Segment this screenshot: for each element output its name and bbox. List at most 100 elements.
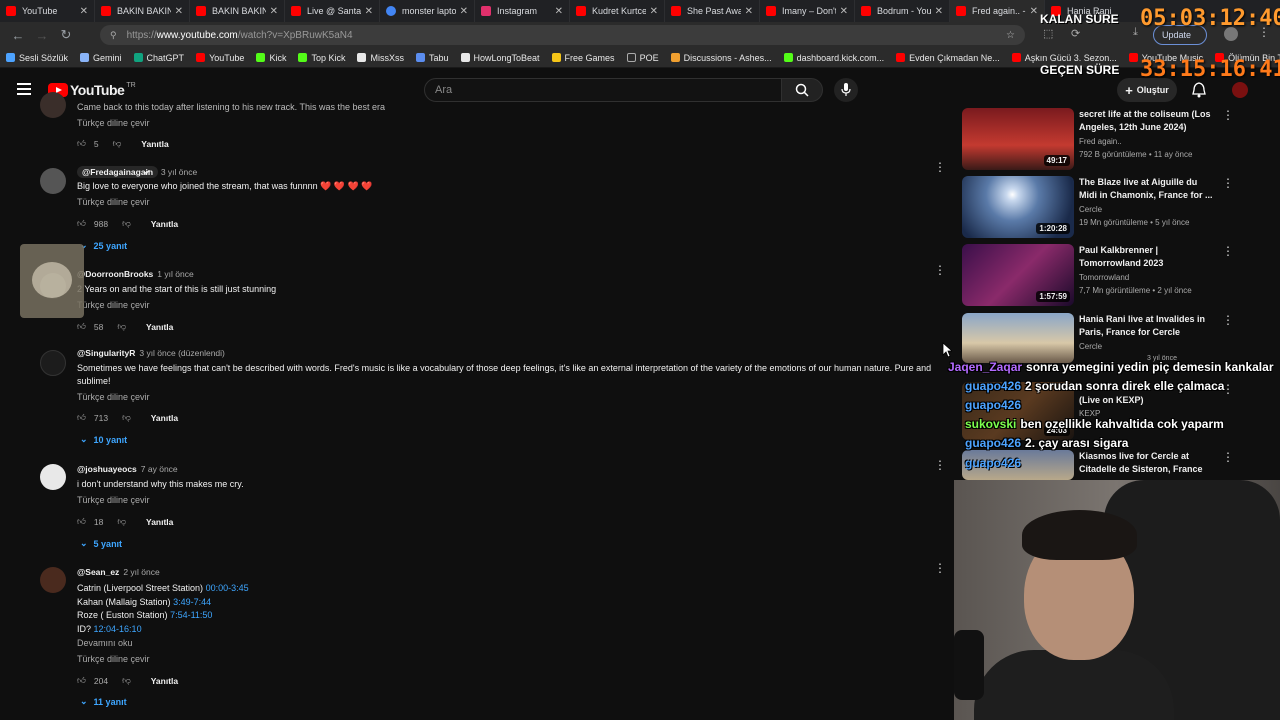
comment-author[interactable]: @Sean_ez bbox=[77, 567, 119, 577]
video-menu-icon[interactable]: ⋮ bbox=[1222, 313, 1234, 327]
view-replies-button[interactable]: ⌄ 10 yanıt bbox=[80, 434, 127, 445]
browser-tab[interactable]: She Past Away✕ bbox=[665, 0, 760, 22]
translate-link[interactable]: Türkçe diline çevir bbox=[77, 197, 150, 207]
channel-name[interactable]: Cercle bbox=[1079, 342, 1102, 351]
comment-author[interactable]: @joshuayeocs bbox=[77, 464, 137, 474]
close-tab-icon[interactable]: ✕ bbox=[745, 6, 753, 17]
comment-time[interactable]: 3 yıl önce (düzenlendi) bbox=[139, 348, 225, 358]
recommended-video[interactable]: 1:20:28 The Blaze live at Aiguille du Mi… bbox=[962, 176, 1272, 238]
bookmark-item[interactable]: YouTube bbox=[196, 53, 244, 63]
reply-button[interactable]: Yanıtla bbox=[151, 413, 178, 423]
close-tab-icon[interactable]: ✕ bbox=[650, 6, 658, 17]
comment-menu-icon[interactable]: ⋮ bbox=[934, 561, 946, 575]
browser-tab[interactable]: Imany – Don't ✕ bbox=[760, 0, 855, 22]
like-icon[interactable]: 👍︎ bbox=[77, 138, 86, 149]
reply-button[interactable]: Yanıtla bbox=[141, 139, 168, 149]
reload-icon[interactable]: ↻ bbox=[54, 27, 78, 43]
browser-tab[interactable]: Kudret Kurtcel ✕ bbox=[570, 0, 665, 22]
view-replies-button[interactable]: ⌄ 11 yanıt bbox=[80, 696, 127, 707]
comment-time[interactable]: 3 yıl önce bbox=[161, 167, 197, 177]
avatar[interactable] bbox=[40, 168, 66, 194]
avatar[interactable] bbox=[40, 567, 66, 593]
like-icon[interactable]: 👍︎ bbox=[77, 516, 86, 527]
comment-menu-icon[interactable]: ⋮ bbox=[934, 458, 946, 472]
avatar[interactable] bbox=[40, 92, 66, 118]
browser-tab[interactable]: Bodrum - YouT✕ bbox=[855, 0, 950, 22]
video-thumbnail[interactable]: 1:57:59 bbox=[962, 244, 1074, 306]
read-more-link[interactable]: Devamını oku bbox=[77, 638, 133, 648]
search-button[interactable] bbox=[781, 78, 823, 102]
video-menu-icon[interactable]: ⋮ bbox=[1222, 244, 1234, 258]
timestamp-link[interactable]: 7:54-11:50 bbox=[170, 610, 212, 620]
dislike-icon[interactable]: 👎︎ bbox=[122, 412, 131, 423]
video-thumbnail[interactable]: 1:20:28 bbox=[962, 176, 1074, 238]
channel-name[interactable]: Cercle bbox=[1079, 205, 1102, 214]
comment-author[interactable]: @DoorroonBrooks bbox=[77, 269, 153, 279]
avatar[interactable] bbox=[40, 464, 66, 490]
browser-tab[interactable]: BAKIN BAKIN N✕ bbox=[190, 0, 285, 22]
timestamp-link[interactable]: 00:00-3:45 bbox=[206, 583, 249, 593]
bookmark-item[interactable]: Tabu bbox=[415, 53, 449, 63]
close-tab-icon[interactable]: ✕ bbox=[935, 6, 943, 17]
translate-link[interactable]: Türkçe diline çevir bbox=[77, 495, 150, 505]
view-replies-button[interactable]: ⌄ 5 yanıt bbox=[80, 538, 122, 549]
browser-tab[interactable]: monster laptop ✕ bbox=[380, 0, 475, 22]
translate-link[interactable]: Türkçe diline çevir bbox=[77, 392, 150, 402]
like-icon[interactable]: 👍︎ bbox=[77, 218, 86, 229]
browser-tab[interactable]: Live @ Santa C✕ bbox=[285, 0, 380, 22]
video-title[interactable]: The Blaze live at Aiguille du Midi in Ch… bbox=[1079, 176, 1214, 202]
bookmark-item[interactable]: Free Games bbox=[551, 53, 615, 63]
video-menu-icon[interactable]: ⋮ bbox=[1222, 108, 1234, 122]
close-tab-icon[interactable]: ✕ bbox=[365, 6, 373, 17]
like-icon[interactable]: 👍︎ bbox=[77, 321, 86, 332]
dislike-icon[interactable]: 👎︎ bbox=[122, 675, 131, 686]
dislike-icon[interactable]: 👎︎ bbox=[117, 321, 126, 332]
bookmark-item[interactable]: Sesli Sözlük bbox=[6, 53, 68, 63]
dislike-icon[interactable]: 👎︎ bbox=[113, 138, 122, 149]
close-tab-icon[interactable]: ✕ bbox=[840, 6, 848, 17]
translate-link[interactable]: Türkçe diline çevir bbox=[77, 118, 150, 128]
bookmark-item[interactable]: Top Kick bbox=[298, 53, 345, 63]
bookmark-item[interactable]: Discussions - Ashes... bbox=[670, 53, 772, 63]
comment-time[interactable]: 1 yıl önce bbox=[157, 269, 193, 279]
channel-name[interactable]: Fred again.. bbox=[1079, 137, 1122, 146]
browser-tab-active[interactable]: Fred again.. - A✕ bbox=[950, 0, 1045, 22]
search-input[interactable]: Ara bbox=[424, 78, 782, 102]
comment-author[interactable]: @SingularityR bbox=[77, 348, 135, 358]
video-title[interactable]: Paul Kalkbrenner | Tomorrowland 2023 bbox=[1079, 244, 1214, 270]
site-info-icon[interactable]: ⚲ bbox=[110, 30, 117, 41]
close-tab-icon[interactable]: ✕ bbox=[555, 6, 563, 17]
channel-name[interactable]: Tomorrowland bbox=[1079, 273, 1129, 282]
browser-tab[interactable]: YouTube ✕ bbox=[0, 0, 95, 22]
avatar[interactable] bbox=[40, 350, 66, 376]
translate-link[interactable]: Türkçe diline çevir bbox=[77, 300, 150, 310]
video-menu-icon[interactable]: ⋮ bbox=[1222, 176, 1234, 190]
forward-icon[interactable]: → bbox=[30, 28, 54, 43]
dislike-icon[interactable]: 👎︎ bbox=[117, 516, 126, 527]
view-replies-button[interactable]: ⌄ 25 yanıt bbox=[80, 240, 127, 251]
bookmark-item[interactable]: ChatGPT bbox=[133, 53, 184, 63]
comment-time[interactable]: 2 yıl önce bbox=[123, 567, 159, 577]
close-tab-icon[interactable]: ✕ bbox=[80, 6, 88, 17]
video-title[interactable]: Hania Rani live at Invalides in Paris, F… bbox=[1079, 313, 1214, 339]
menu-icon[interactable] bbox=[17, 83, 31, 95]
translate-link[interactable]: Türkçe diline çevir bbox=[77, 654, 150, 664]
comment-menu-icon[interactable]: ⋮ bbox=[934, 263, 946, 277]
video-thumbnail[interactable]: 49:17 bbox=[962, 108, 1074, 170]
bookmark-item[interactable]: dashboard.kick.com... bbox=[783, 53, 884, 63]
dislike-icon[interactable]: 👎︎ bbox=[122, 218, 131, 229]
close-tab-icon[interactable]: ✕ bbox=[460, 6, 468, 17]
comment-menu-icon[interactable]: ⋮ bbox=[934, 160, 946, 174]
bookmark-item[interactable]: MissXss bbox=[357, 53, 404, 63]
reply-button[interactable]: Yanıtla bbox=[151, 219, 178, 229]
account-avatar[interactable] bbox=[1232, 82, 1248, 98]
like-icon[interactable]: 👍︎ bbox=[77, 675, 86, 686]
voice-search-button[interactable] bbox=[834, 78, 858, 102]
comment-time[interactable]: 7 ay önce bbox=[141, 464, 178, 474]
back-icon[interactable]: ← bbox=[6, 28, 30, 43]
reply-button[interactable]: Yanıtla bbox=[146, 322, 173, 332]
browser-tab[interactable]: Instagram ✕ bbox=[475, 0, 570, 22]
timestamp-link[interactable]: 12:04-16:10 bbox=[94, 624, 142, 634]
recommended-video[interactable]: 1:57:59 Paul Kalkbrenner | Tomorrowland … bbox=[962, 244, 1272, 306]
bookmark-item[interactable]: HowLongToBeat bbox=[460, 53, 540, 63]
